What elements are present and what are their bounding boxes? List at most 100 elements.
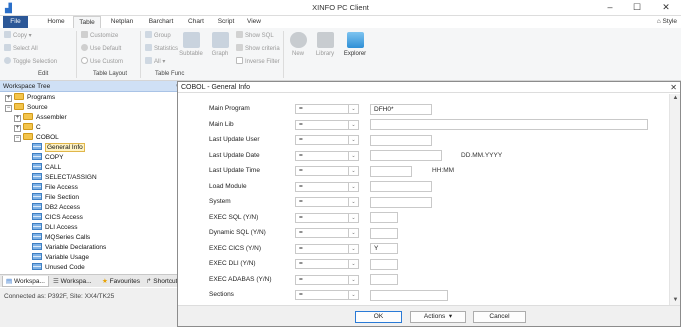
- chevron-down-icon[interactable]: ⌄: [348, 244, 358, 253]
- tree-node[interactable]: COPY: [23, 153, 63, 162]
- dialog-scrollbar[interactable]: ▲ ▼: [669, 94, 680, 305]
- value-input[interactable]: [370, 119, 648, 130]
- chevron-down-icon[interactable]: ⌄: [348, 182, 358, 191]
- chevron-down-icon[interactable]: ⌄: [348, 229, 358, 237]
- customize-button[interactable]: Customize: [81, 31, 118, 41]
- close-button[interactable]: ✕: [655, 1, 677, 14]
- chevron-down-icon[interactable]: ⌄: [348, 291, 358, 299]
- chevron-down-icon[interactable]: ⌄: [348, 120, 358, 129]
- expand-icon[interactable]: +: [5, 95, 12, 102]
- inverse-filter-button[interactable]: Inverse Filter: [236, 57, 280, 67]
- operator-select[interactable]: = ⌄: [295, 135, 359, 145]
- tree-node[interactable]: CICS Access: [23, 213, 83, 222]
- chevron-down-icon[interactable]: ⌄: [348, 260, 358, 268]
- tree-node[interactable]: + C: [14, 123, 41, 132]
- operator-select[interactable]: = ⌄: [295, 166, 359, 176]
- graph-button[interactable]: Graph: [207, 32, 233, 58]
- all-button[interactable]: All ▾: [145, 57, 165, 67]
- value-input[interactable]: [370, 150, 442, 161]
- explorer-button[interactable]: Explorer: [340, 32, 370, 58]
- tree-node[interactable]: + Programs: [5, 93, 55, 102]
- use-custom-button[interactable]: Use Custom: [81, 57, 123, 67]
- scroll-up-arrow-icon[interactable]: ▲: [670, 94, 681, 103]
- value-input[interactable]: [370, 289, 448, 301]
- expand-icon[interactable]: +: [14, 125, 21, 132]
- tree-node[interactable]: MQSeries Calls: [23, 233, 90, 242]
- value-input[interactable]: [370, 227, 398, 239]
- tree-node[interactable]: Variable Usage: [23, 253, 89, 262]
- copy-button[interactable]: Copy ▾: [4, 31, 32, 41]
- collapse-icon[interactable]: −: [14, 135, 21, 142]
- value-input[interactable]: DFH0*: [370, 103, 432, 115]
- tab-favourites[interactable]: ★ Favourites: [99, 276, 143, 287]
- operator-select[interactable]: = ⌄: [295, 274, 359, 285]
- chevron-down-icon[interactable]: ⌄: [348, 151, 358, 160]
- tree-node[interactable]: − COBOL: [14, 133, 59, 142]
- tab-table[interactable]: Table: [73, 16, 101, 28]
- minimize-button[interactable]: –: [599, 1, 621, 14]
- dialog-close-button[interactable]: ✕: [670, 82, 677, 93]
- toggle-selection-button[interactable]: Toggle Selection: [4, 57, 57, 67]
- value-input[interactable]: [370, 181, 432, 192]
- actions-button[interactable]: Actions ▾: [410, 311, 466, 323]
- value-input[interactable]: [370, 258, 398, 270]
- tree-node[interactable]: − Source: [5, 103, 48, 112]
- tree-node[interactable]: DLI Access: [23, 223, 78, 232]
- collapse-icon[interactable]: −: [5, 105, 12, 112]
- operator-select[interactable]: = ⌄: [295, 243, 359, 254]
- operator-select[interactable]: = ⌄: [295, 104, 359, 114]
- ok-button[interactable]: OK: [355, 311, 402, 323]
- tree-node[interactable]: CALL: [23, 163, 61, 172]
- tree-node[interactable]: DB2 Access: [23, 203, 80, 212]
- tab-home[interactable]: Home: [42, 16, 70, 28]
- tree-node[interactable]: + Assembler: [14, 113, 67, 122]
- tree-node[interactable]: General Info: [23, 143, 85, 152]
- value-input[interactable]: [370, 165, 412, 177]
- library-button[interactable]: Library: [311, 32, 339, 58]
- operator-select[interactable]: = ⌄: [295, 197, 359, 207]
- tree-node[interactable]: File Access: [23, 183, 78, 192]
- operator-select[interactable]: = ⌄: [295, 228, 359, 238]
- tree-node[interactable]: File Section: [23, 193, 79, 202]
- chevron-down-icon[interactable]: ⌄: [348, 275, 358, 284]
- value-input[interactable]: Y: [370, 243, 398, 254]
- tab-workspace-list[interactable]: ☰ Workspa...: [50, 276, 95, 287]
- operator-select[interactable]: = ⌄: [295, 259, 359, 269]
- show-criteria-button[interactable]: Show criteria: [236, 44, 280, 54]
- use-default-button[interactable]: Use Default: [81, 44, 121, 54]
- tab-file[interactable]: File: [3, 16, 28, 28]
- subtable-button[interactable]: Subtable: [176, 32, 206, 58]
- show-sql-button[interactable]: Show SQL: [236, 31, 274, 41]
- tab-script[interactable]: Script: [213, 16, 239, 28]
- group-button[interactable]: Group: [145, 31, 171, 41]
- tab-barchart[interactable]: Barchart: [144, 16, 178, 28]
- expand-icon[interactable]: +: [14, 115, 21, 122]
- operator-select[interactable]: = ⌄: [295, 290, 359, 300]
- cancel-button[interactable]: Cancel: [473, 311, 526, 323]
- chevron-down-icon[interactable]: ⌄: [348, 136, 358, 144]
- scroll-down-arrow-icon[interactable]: ▼: [670, 296, 681, 305]
- operator-select[interactable]: = ⌄: [295, 181, 359, 192]
- value-input[interactable]: [370, 196, 432, 208]
- value-input[interactable]: [370, 212, 398, 223]
- chevron-down-icon[interactable]: ⌄: [348, 213, 358, 222]
- operator-select[interactable]: = ⌄: [295, 119, 359, 130]
- value-input[interactable]: [370, 134, 432, 146]
- tree-node[interactable]: Unused Code: [23, 263, 85, 272]
- chevron-down-icon[interactable]: ⌄: [348, 198, 358, 206]
- select-all-button[interactable]: Select All: [4, 44, 38, 54]
- statistics-button[interactable]: Statistics: [145, 44, 178, 54]
- tab-chart[interactable]: Chart: [184, 16, 208, 28]
- chevron-down-icon[interactable]: ⌄: [348, 105, 358, 113]
- new-view-button[interactable]: New: [287, 32, 309, 58]
- operator-select[interactable]: = ⌄: [295, 150, 359, 161]
- tree-node[interactable]: SELECT/ASSIGN: [23, 173, 97, 182]
- maximize-button[interactable]: ☐: [626, 1, 648, 14]
- style-menu[interactable]: ⌂ Style: [657, 16, 677, 28]
- tab-view[interactable]: View: [243, 16, 265, 28]
- chevron-down-icon[interactable]: ⌄: [348, 167, 358, 175]
- value-input[interactable]: [370, 274, 398, 285]
- tab-workspace-tree[interactable]: ▤ Workspa...: [2, 276, 49, 287]
- operator-select[interactable]: = ⌄: [295, 212, 359, 223]
- tree-node[interactable]: Variable Declarations: [23, 243, 106, 252]
